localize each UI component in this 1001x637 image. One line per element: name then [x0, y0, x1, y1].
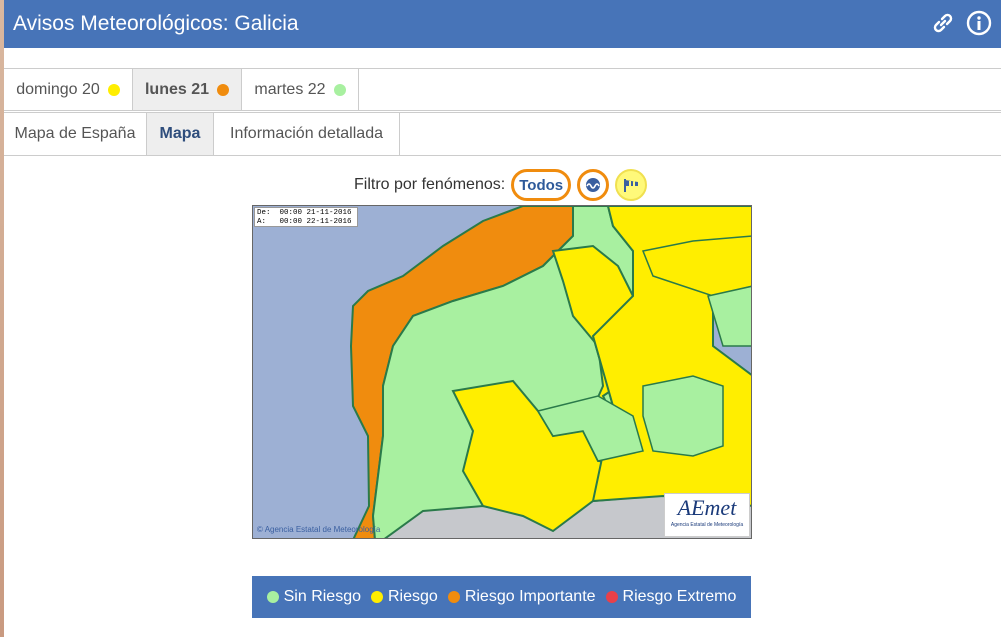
tab-lunes-21[interactable]: lunes 21: [133, 69, 242, 110]
tab-informacion-detallada[interactable]: Información detallada: [214, 113, 400, 155]
filter-label: Filtro por fenómenos:: [354, 176, 506, 193]
tab-mapa-espana[interactable]: Mapa de España: [4, 113, 147, 155]
coastal-waves-filter-button[interactable]: [577, 169, 610, 201]
warning-map[interactable]: De: 00:00 21-11-2016 A: 00:00 22-11-2016…: [252, 205, 752, 539]
time-from: De: 00:00 21-11-2016: [257, 209, 352, 217]
page-title: Avisos Meteorológicos: Galicia: [13, 12, 299, 35]
day-tabs: domingo 20 lunes 21 martes 22: [4, 68, 1001, 111]
risk-dot-orange: [217, 83, 230, 96]
time-range-box: De: 00:00 21-11-2016 A: 00:00 22-11-2016: [254, 207, 358, 227]
tab-martes-22[interactable]: martes 22: [242, 69, 359, 110]
windsock-icon: [624, 179, 639, 192]
legend-item-sin-riesgo: Sin Riesgo: [266, 588, 361, 606]
tab-mapa[interactable]: Mapa: [147, 113, 214, 155]
link-icon[interactable]: [930, 10, 956, 36]
risk-legend: Sin Riesgo Riesgo Riesgo Importante Ries…: [252, 576, 751, 618]
risk-dot-green: [333, 83, 346, 96]
header-bar: Avisos Meteorológicos: Galicia: [4, 0, 1001, 48]
legend-item-riesgo: Riesgo: [371, 588, 438, 606]
info-icon[interactable]: [966, 10, 992, 36]
copyright-icon: ©: [257, 525, 263, 534]
legend-dot-green: [266, 591, 279, 603]
legend-item-riesgo-importante: Riesgo Importante: [447, 588, 596, 606]
view-tabs: Mapa de España Mapa Información detallad…: [4, 112, 1001, 156]
galicia-map-svg: [253, 206, 751, 538]
map-credit: © Agencia Estatal de Meteorología: [257, 525, 381, 534]
risk-dot-yellow: [107, 83, 120, 96]
phenomena-filter: Filtro por fenómenos: Todos: [354, 169, 648, 201]
legend-dot-red: [605, 591, 618, 603]
zone-green-south-east: [642, 375, 724, 457]
aemet-logo: AEmet Agencia Estatal de Meteorología: [664, 493, 750, 537]
legend-item-riesgo-extremo: Riesgo Extremo: [605, 588, 736, 606]
legend-dot-yellow: [371, 591, 383, 603]
waves-icon: [586, 178, 601, 192]
wind-filter-button[interactable]: [615, 169, 648, 201]
legend-dot-orange: [447, 591, 460, 603]
time-to: A: 00:00 22-11-2016: [257, 218, 352, 226]
filter-all-button[interactable]: Todos: [511, 169, 572, 201]
tab-domingo-20[interactable]: domingo 20: [4, 69, 133, 110]
